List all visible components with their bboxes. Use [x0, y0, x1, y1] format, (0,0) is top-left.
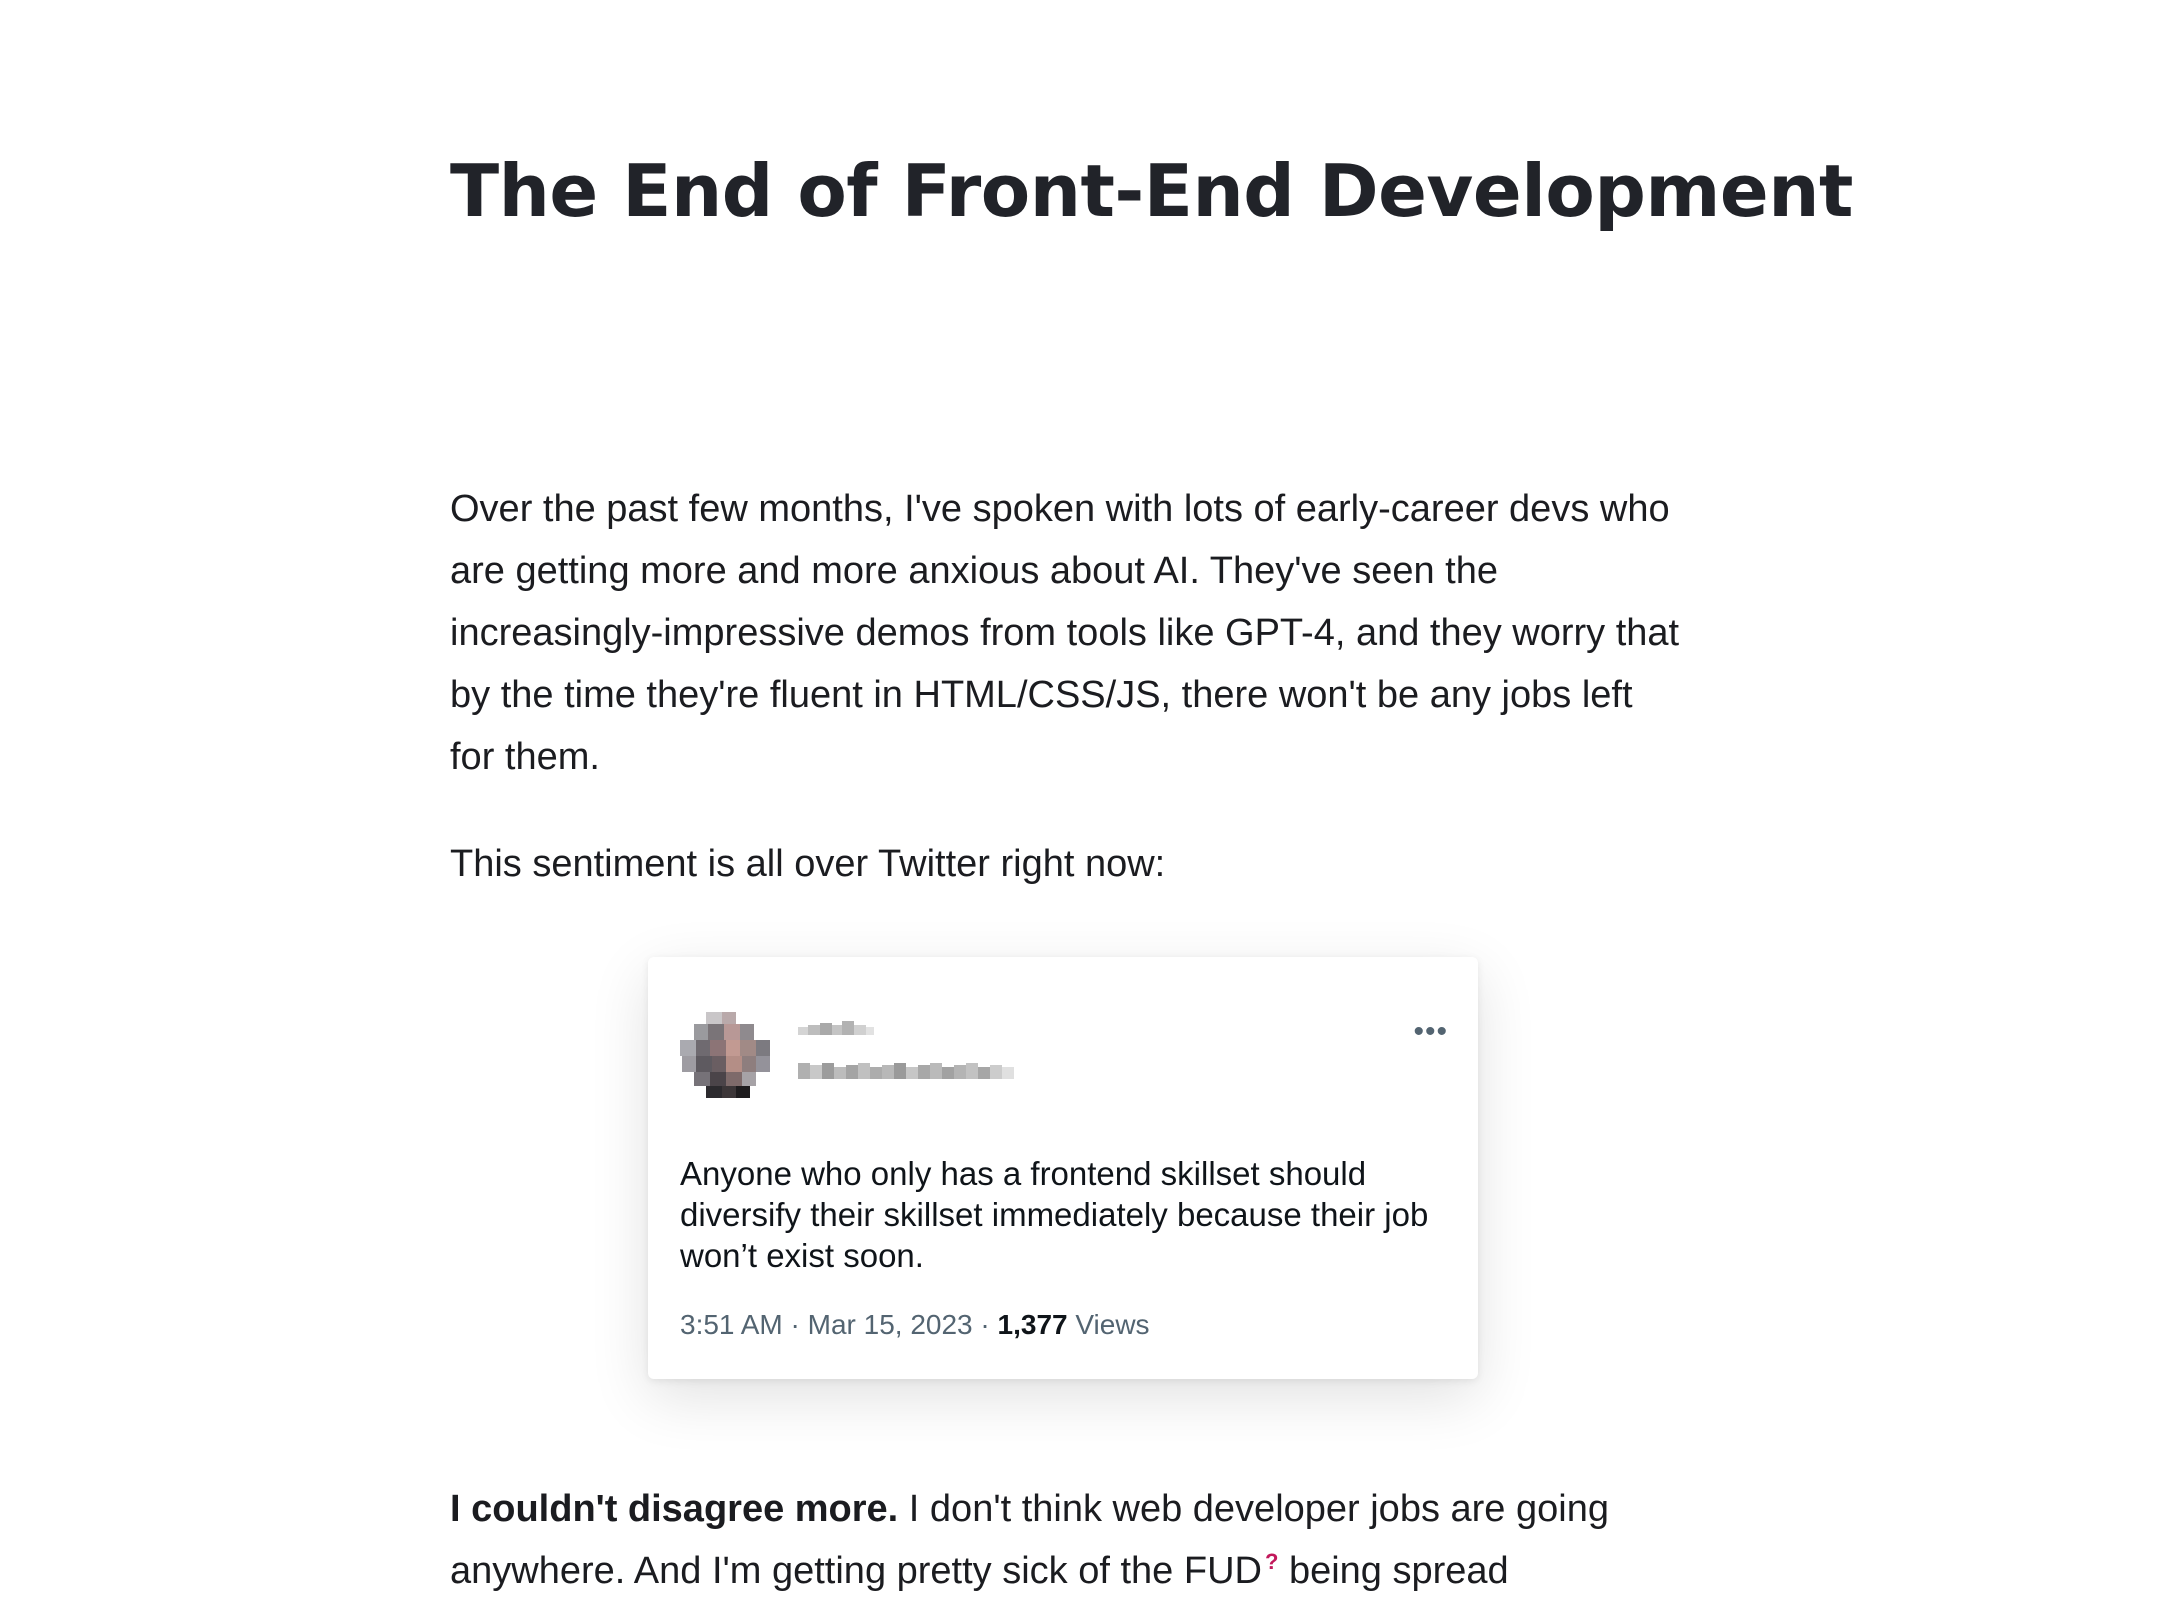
embedded-tweet[interactable]: ••• Anyone who only has a frontend skill… — [648, 957, 1478, 1379]
tweet-time[interactable]: 3:51 AM — [680, 1309, 783, 1340]
blurred-display-name — [798, 1019, 878, 1046]
bold-statement: I couldn't disagree more. — [450, 1488, 899, 1530]
blurred-handle — [798, 1059, 1018, 1088]
tweet-meta: 3:51 AM · Mar 15, 2023 · 1,377 Views — [680, 1309, 1150, 1341]
more-options-icon[interactable]: ••• — [1413, 1017, 1448, 1047]
page-title: The End of Front-End Development — [450, 149, 1853, 233]
footnote-marker[interactable]: ? — [1265, 1549, 1278, 1574]
blurred-avatar-icon — [680, 1012, 776, 1098]
tweet-text: Anyone who only has a frontend skillset … — [680, 1155, 1429, 1274]
paragraph-disagree-continued: being spread — [1278, 1550, 1509, 1592]
tweet-date[interactable]: Mar 15, 2023 — [808, 1309, 973, 1340]
paragraph-twitter-sentiment: This sentiment is all over Twitter right… — [450, 843, 1166, 885]
views-count: 1,377 — [997, 1309, 1068, 1340]
paragraph-intro: Over the past few months, I've spoken wi… — [450, 488, 1680, 778]
views-label: Views — [1067, 1309, 1150, 1340]
meta-separator: · — [972, 1309, 998, 1340]
paragraph-disagree: I couldn't disagree more. I don't think … — [450, 1478, 1680, 1602]
meta-separator: · — [782, 1309, 808, 1340]
